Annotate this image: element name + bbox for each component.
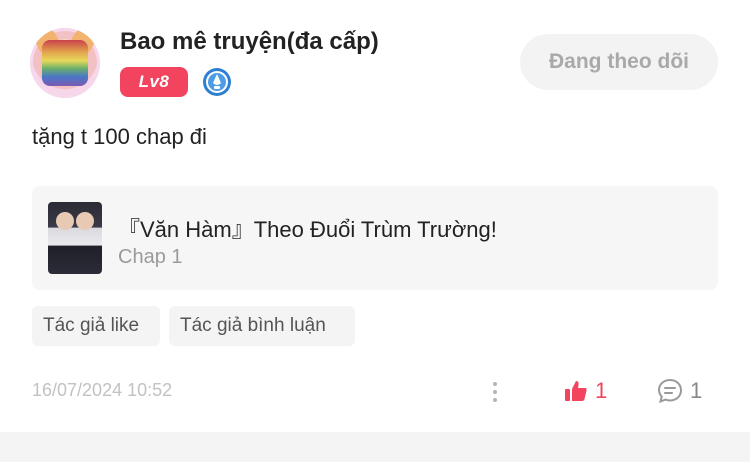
thumbs-up-icon: [565, 381, 587, 401]
chapter-card[interactable]: 『Văn Hàm』Theo Đuổi Trùm Trường! Chap 1: [32, 186, 718, 290]
chapter-cover-image: [48, 202, 102, 274]
reply-count: 1: [690, 378, 703, 403]
section-divider: [0, 432, 750, 462]
more-options-icon[interactable]: [487, 378, 503, 406]
comment-text: tặng t 100 chap đi: [32, 124, 207, 149]
like-button[interactable]: 1: [563, 376, 607, 406]
tag-author-commented: Tác giả bình luận: [169, 306, 355, 346]
like-count: 1: [595, 378, 608, 403]
medal-icon: [203, 68, 231, 96]
reply-button[interactable]: 1: [656, 376, 702, 406]
username[interactable]: Bao mê truyện(đa cấp): [120, 28, 379, 56]
avatar-image: [42, 40, 88, 86]
following-button[interactable]: Đang theo dõi: [520, 34, 718, 90]
level-badge: Lv8: [120, 67, 188, 97]
comment-timestamp: 16/07/2024 10:52: [32, 380, 173, 400]
chapter-number: Chap 1: [118, 246, 183, 268]
comment-bubble-icon: [657, 378, 683, 404]
tag-author-liked: Tác giả like: [32, 306, 160, 346]
user-avatar[interactable]: [30, 28, 100, 98]
chapter-title: 『Văn Hàm』Theo Đuổi Trùm Trường!: [118, 217, 497, 242]
